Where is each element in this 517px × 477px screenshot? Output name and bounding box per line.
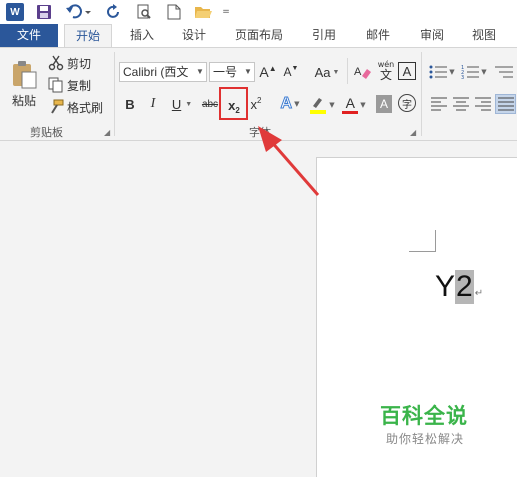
font-group-label: 字体 — [249, 126, 271, 139]
font-dialog-launcher[interactable]: ◢ — [410, 128, 416, 137]
ribbon-home: 粘贴 剪切 复制 格式刷 剪贴板 ◢ Calibri (西文 ▼ 一号 ▼ A ▲… — [0, 47, 517, 141]
print-preview-icon[interactable] — [134, 2, 154, 22]
svg-text:3: 3 — [461, 75, 464, 79]
tab-mailings[interactable]: 邮件 — [356, 24, 400, 47]
bullet-list-icon — [429, 65, 448, 79]
character-border-button[interactable]: A — [398, 62, 416, 80]
font-size-value: 一号 — [213, 65, 238, 79]
highlighter-icon — [310, 98, 327, 114]
text-effects-button[interactable]: A ▼ — [276, 94, 304, 114]
enclose-characters-button[interactable]: 字 — [398, 94, 416, 112]
font-size-combo[interactable]: 一号 ▼ — [209, 62, 255, 82]
text-effects-icon: A — [280, 95, 293, 113]
character-shading-button[interactable]: A — [376, 95, 392, 113]
grow-font-icon: A — [259, 64, 269, 80]
underline-icon: U — [171, 96, 182, 112]
format-painter-label: 格式刷 — [67, 100, 104, 115]
tab-references[interactable]: 引用 — [302, 24, 346, 47]
quick-access-toolbar: W = — [0, 0, 517, 24]
margin-corner-mark — [409, 230, 436, 252]
align-left-button[interactable] — [430, 95, 448, 113]
shrink-font-icon: A — [283, 65, 292, 79]
tab-page-layout[interactable]: 页面布局 — [226, 24, 292, 47]
paste-label: 粘贴 — [11, 93, 36, 108]
clear-formatting-button[interactable]: A — [353, 62, 373, 82]
subscript-highlight-box — [219, 87, 248, 120]
change-case-button[interactable]: Aa ▼ — [311, 62, 343, 82]
undo-icon[interactable] — [64, 2, 94, 22]
change-case-icon: Aa — [314, 64, 331, 80]
word-app-icon[interactable]: W — [6, 2, 24, 22]
new-document-icon[interactable] — [164, 2, 184, 22]
chevron-down-icon: ▼ — [196, 67, 204, 76]
divider — [347, 58, 348, 84]
numbering-button[interactable]: 123 ▼ — [460, 62, 488, 82]
svg-text:A: A — [354, 66, 362, 78]
selected-text: 2 — [455, 270, 474, 304]
redo-icon[interactable] — [104, 2, 124, 22]
copy-label: 复制 — [67, 78, 92, 93]
bullets-button[interactable]: ▼ — [428, 62, 456, 82]
tab-insert[interactable]: 插入 — [122, 24, 162, 47]
grow-font-button[interactable]: A ▲ — [259, 62, 276, 82]
customize-qat-icon[interactable]: = — [220, 2, 232, 22]
text-run: Y — [435, 270, 456, 303]
tab-review[interactable]: 审阅 — [410, 24, 454, 47]
group-separator — [114, 52, 115, 136]
align-left-icon — [431, 97, 447, 111]
justify-button[interactable] — [495, 94, 516, 114]
italic-button[interactable]: I — [145, 94, 161, 114]
scissors-icon — [48, 55, 64, 71]
watermark-title: 百科全说 — [380, 404, 468, 428]
save-icon[interactable] — [34, 2, 54, 22]
open-folder-icon[interactable] — [192, 2, 214, 22]
bold-button[interactable]: B — [122, 94, 138, 114]
clipboard-group-label: 剪贴板 — [30, 126, 63, 139]
font-color-swatch — [342, 111, 359, 114]
font-color-button[interactable]: A ▼ — [340, 94, 368, 116]
eraser-icon: A — [354, 66, 371, 79]
document-text[interactable]: Y 2 ↵ — [435, 270, 483, 304]
paste-icon — [13, 60, 37, 88]
cut-button[interactable]: 剪切 — [48, 54, 91, 72]
numbered-list-icon: 123 — [461, 65, 480, 79]
multilevel-list-icon — [495, 66, 513, 78]
clipboard-dialog-launcher[interactable]: ◢ — [104, 128, 110, 137]
phonetic-bottom: 文 — [379, 68, 392, 82]
paste-button[interactable]: 粘贴 — [8, 54, 40, 114]
tab-file[interactable]: 文件 — [0, 24, 58, 47]
tab-design[interactable]: 设计 — [172, 24, 216, 47]
superscript-button[interactable]: x2 — [247, 94, 265, 114]
font-name-combo[interactable]: Calibri (西文 ▼ — [119, 62, 207, 82]
chevron-down-icon: ▼ — [244, 67, 252, 76]
shrink-font-button[interactable]: A ▼ — [283, 62, 299, 82]
font-color-icon: A — [345, 95, 355, 111]
tab-home[interactable]: 开始 — [64, 24, 112, 48]
highlight-color-button[interactable]: ▼ — [308, 94, 336, 116]
character-border-icon: A — [402, 63, 412, 79]
copy-button[interactable]: 复制 — [48, 76, 91, 94]
watermark-subtitle: 助你轻松解决 — [386, 432, 465, 446]
align-right-icon — [475, 97, 491, 111]
ribbon-tabs: 文件 开始 插入 设计 页面布局 引用 邮件 审阅 视图 — [0, 24, 517, 48]
format-painter-button[interactable]: 格式刷 — [48, 98, 103, 116]
cut-label: 剪切 — [67, 56, 92, 71]
justify-icon — [497, 97, 514, 111]
underline-button[interactable]: U ▼ — [168, 94, 196, 114]
strikethrough-button[interactable]: abc — [200, 94, 220, 114]
phonetic-guide-button[interactable]: wén 文 — [376, 58, 396, 84]
group-separator — [421, 52, 422, 136]
align-center-icon — [453, 97, 469, 111]
tab-view[interactable]: 视图 — [462, 24, 506, 47]
multilevel-list-button[interactable] — [492, 62, 516, 82]
font-name-value: Calibri (西文 — [123, 65, 189, 79]
align-right-button[interactable] — [474, 95, 492, 113]
paragraph-mark: ↵ — [474, 288, 484, 299]
copy-icon — [48, 77, 63, 93]
format-painter-icon — [51, 99, 64, 114]
align-center-button[interactable] — [452, 95, 470, 113]
